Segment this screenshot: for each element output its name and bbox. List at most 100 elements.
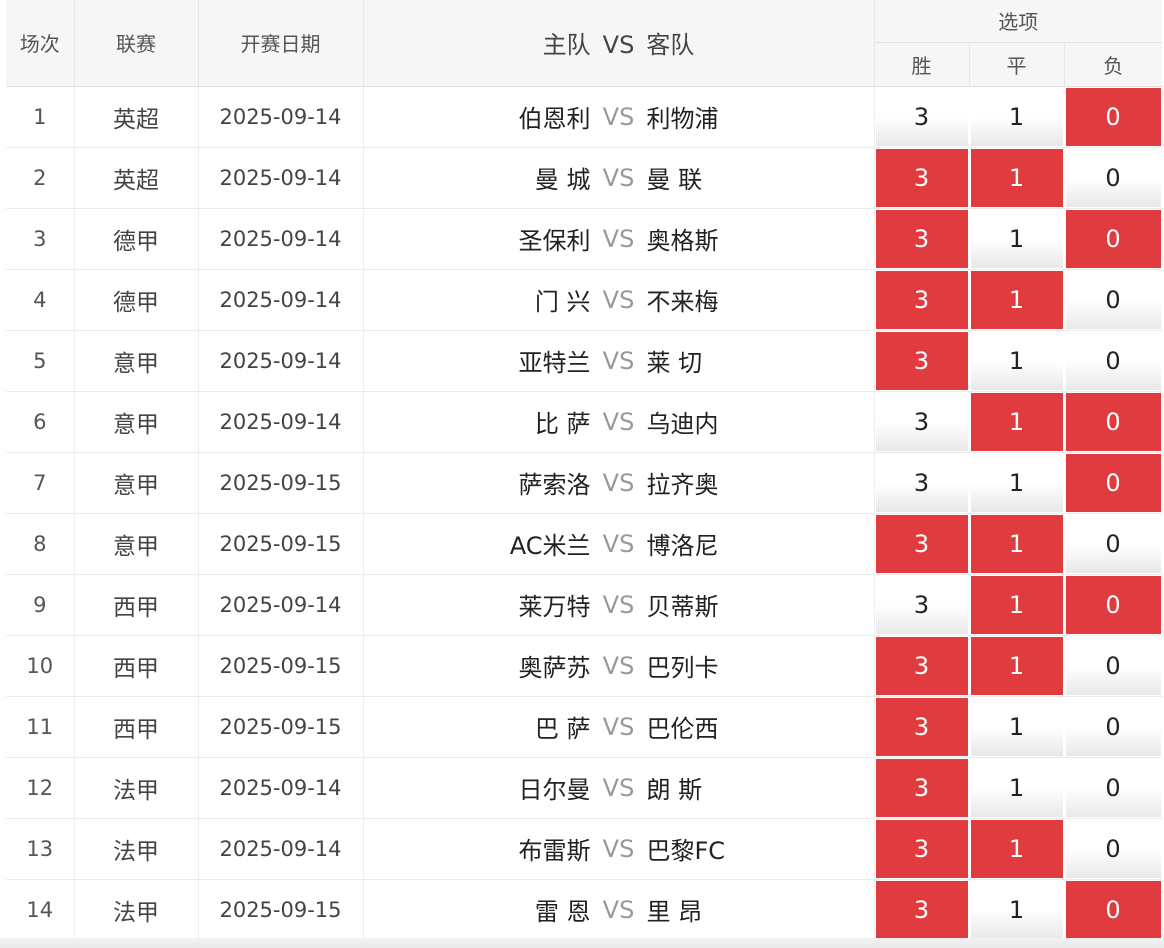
option-win-button[interactable]: 3 (875, 331, 968, 390)
match-teams: 伯恩利 VS 利物浦 (363, 86, 875, 148)
option-loss-button[interactable]: 0 (1065, 209, 1161, 268)
option-draw-button[interactable]: 1 (970, 636, 1063, 695)
home-team: 门 兴 (534, 288, 591, 316)
league-name: 法甲 (74, 879, 199, 941)
kickoff-date: 2025-09-14 (198, 330, 364, 392)
option-loss-button[interactable]: 0 (1065, 758, 1161, 817)
match-teams: 萨索洛 VS 拉齐奥 (363, 452, 875, 514)
option-loss-button[interactable]: 0 (1065, 819, 1161, 878)
kickoff-date: 2025-09-14 (198, 86, 364, 148)
option-draw-button[interactable]: 1 (970, 880, 1063, 939)
match-teams: 日尔曼 VS 朗 斯 (363, 757, 875, 819)
match-number: 10 (6, 635, 75, 697)
option-loss-button[interactable]: 0 (1065, 453, 1161, 512)
option-loss-button[interactable]: 0 (1065, 697, 1161, 756)
header-home: 主队 (542, 31, 591, 60)
option-draw-button[interactable]: 1 (970, 453, 1063, 512)
away-team: 不来梅 (646, 288, 719, 316)
match-number: 5 (6, 330, 75, 392)
league-name: 意甲 (74, 391, 199, 453)
option-win-button[interactable]: 3 (875, 514, 968, 573)
option-draw-button[interactable]: 1 (970, 209, 1063, 268)
option-draw-button[interactable]: 1 (970, 819, 1063, 878)
option-draw-button[interactable]: 1 (970, 575, 1063, 634)
option-win-button[interactable]: 3 (875, 209, 968, 268)
vs-label: VS (602, 712, 635, 741)
match-teams: 巴 萨 VS 巴伦西 (363, 696, 875, 758)
match-teams: AC米兰 VS 博洛尼 (363, 513, 875, 575)
kickoff-date: 2025-09-14 (198, 208, 364, 270)
option-win-button[interactable]: 3 (875, 758, 968, 817)
option-loss-button[interactable]: 0 (1065, 514, 1161, 573)
vs-label: VS (602, 285, 635, 314)
league-name: 意甲 (74, 452, 199, 514)
option-loss-button[interactable]: 0 (1065, 331, 1161, 390)
option-draw-button[interactable]: 1 (970, 514, 1063, 573)
option-loss-button[interactable]: 0 (1065, 392, 1161, 451)
kickoff-date: 2025-09-15 (198, 452, 364, 514)
header-league: 联赛 (74, 0, 199, 87)
option-win-button[interactable]: 3 (875, 575, 968, 634)
option-win-button[interactable]: 3 (875, 87, 968, 146)
option-draw-button[interactable]: 1 (970, 758, 1063, 817)
vs-label: VS (602, 407, 635, 436)
header-away: 客队 (646, 31, 695, 60)
option-loss-button[interactable]: 0 (1065, 270, 1161, 329)
home-team: 萨索洛 (518, 471, 591, 499)
table-row: 12 法甲 2025-09-14 日尔曼 VS 朗 斯 310 (6, 757, 1163, 819)
league-name: 德甲 (74, 269, 199, 331)
match-teams: 曼 城 VS 曼 联 (363, 147, 875, 209)
away-team: 利物浦 (646, 105, 719, 133)
league-name: 西甲 (74, 635, 199, 697)
option-loss-button[interactable]: 0 (1065, 880, 1161, 939)
table-header: 场次 联赛 开赛日期 主队 VS 客队 选项 胜 平 负 (6, 0, 1162, 87)
vs-label: VS (602, 895, 635, 924)
away-team: 乌迪内 (646, 410, 719, 438)
table-row: 5 意甲 2025-09-14 亚特兰 VS 莱 切 310 (6, 330, 1163, 392)
option-win-button[interactable]: 3 (875, 148, 968, 207)
header-win: 胜 (874, 42, 970, 87)
option-win-button[interactable]: 3 (875, 636, 968, 695)
away-team: 莱 切 (646, 349, 703, 377)
option-win-button[interactable]: 3 (875, 697, 968, 756)
match-number: 7 (6, 452, 75, 514)
away-team: 巴伦西 (646, 715, 719, 743)
vs-label: VS (602, 468, 635, 497)
vs-label: VS (602, 102, 635, 131)
option-win-button[interactable]: 3 (875, 880, 968, 939)
kickoff-date: 2025-09-15 (198, 513, 364, 575)
match-number: 11 (6, 696, 75, 758)
vs-label: VS (602, 529, 635, 558)
home-team: AC米兰 (509, 532, 591, 560)
option-draw-button[interactable]: 1 (970, 697, 1063, 756)
option-win-button[interactable]: 3 (875, 453, 968, 512)
match-teams: 布雷斯 VS 巴黎FC (363, 818, 875, 880)
option-draw-button[interactable]: 1 (970, 148, 1063, 207)
kickoff-date: 2025-09-15 (198, 879, 364, 941)
option-draw-button[interactable]: 1 (970, 392, 1063, 451)
match-teams: 雷 恩 VS 里 昂 (363, 879, 875, 941)
kickoff-date: 2025-09-15 (198, 696, 364, 758)
home-team: 圣保利 (518, 227, 591, 255)
option-draw-button[interactable]: 1 (970, 331, 1063, 390)
home-team: 莱万特 (518, 593, 591, 621)
option-win-button[interactable]: 3 (875, 270, 968, 329)
option-loss-button[interactable]: 0 (1065, 636, 1161, 695)
away-team: 曼 联 (646, 166, 703, 194)
league-name: 意甲 (74, 330, 199, 392)
match-teams: 门 兴 VS 不来梅 (363, 269, 875, 331)
option-draw-button[interactable]: 1 (970, 270, 1063, 329)
option-win-button[interactable]: 3 (875, 392, 968, 451)
match-teams: 莱万特 VS 贝蒂斯 (363, 574, 875, 636)
option-loss-button[interactable]: 0 (1065, 575, 1161, 634)
league-name: 英超 (74, 147, 199, 209)
option-loss-button[interactable]: 0 (1065, 148, 1161, 207)
header-date: 开赛日期 (198, 0, 364, 87)
option-draw-button[interactable]: 1 (970, 87, 1063, 146)
table-row: 3 德甲 2025-09-14 圣保利 VS 奥格斯 3 1 0 (6, 208, 1163, 270)
match-number: 8 (6, 513, 75, 575)
option-win-button[interactable]: 3 (875, 819, 968, 878)
league-name: 法甲 (74, 818, 199, 880)
option-loss-button[interactable]: 0 (1065, 87, 1161, 146)
away-team: 巴黎FC (646, 837, 726, 865)
